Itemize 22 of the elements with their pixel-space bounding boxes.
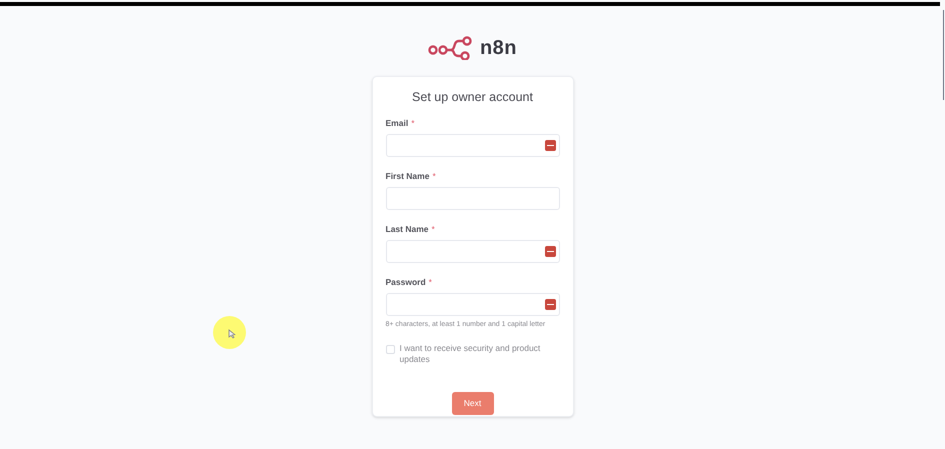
checkbox-label: I want to receive security and product updates: [400, 342, 542, 364]
logo-icon: [428, 36, 474, 60]
input-field[interactable]: [386, 240, 560, 263]
required-asterisk: *: [432, 222, 435, 236]
password-manager-icon[interactable]: [544, 246, 556, 257]
field-label: First Name: [386, 170, 430, 182]
pointer-icon: [228, 329, 236, 339]
required-asterisk: *: [411, 116, 414, 130]
field-label: Last Name: [386, 222, 428, 236]
input-field[interactable]: [386, 187, 560, 210]
logo-text: n8n: [480, 36, 518, 61]
cursor-highlight: [213, 316, 246, 349]
input-field[interactable]: [386, 134, 560, 157]
field-label: Password: [386, 276, 426, 288]
card-title: Set up owner account: [411, 89, 534, 105]
input-field[interactable]: [386, 293, 560, 316]
field-label: Email: [386, 116, 408, 130]
password-manager-icon[interactable]: [544, 140, 556, 151]
checkbox[interactable]: [386, 344, 394, 354]
required-asterisk: *: [432, 170, 436, 182]
required-asterisk: *: [428, 276, 432, 288]
password-manager-icon[interactable]: [544, 299, 556, 310]
